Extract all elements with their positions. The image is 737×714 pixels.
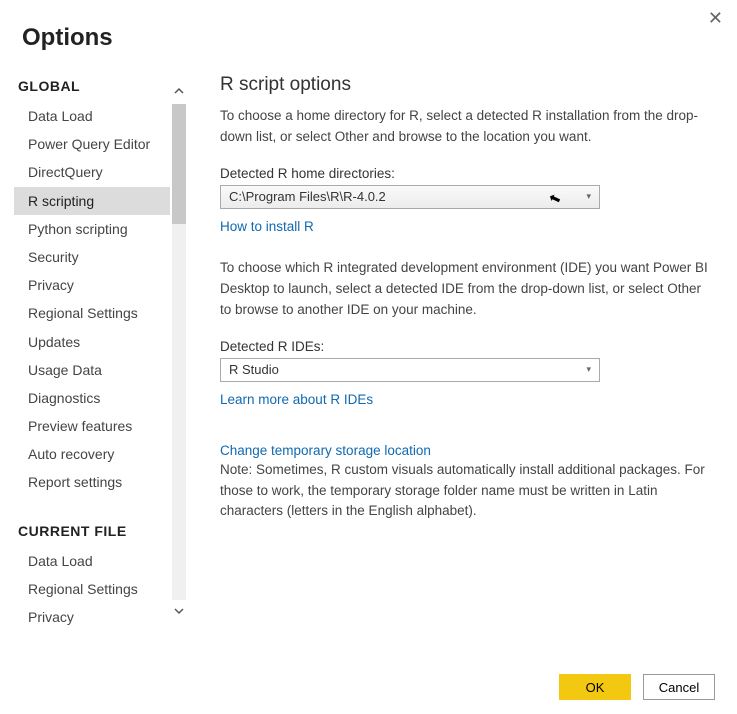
home-dir-label: Detected R home directories: — [220, 166, 715, 181]
sidebar-item-cf-data-load[interactable]: Data Load — [18, 547, 170, 575]
ide-intro-text: To choose which R integrated development… — [220, 258, 715, 321]
ok-button[interactable]: OK — [559, 674, 631, 700]
sidebar-item-cf-regional-settings[interactable]: Regional Settings — [18, 575, 170, 603]
sidebar-item-power-query-editor[interactable]: Power Query Editor — [18, 130, 170, 158]
install-r-link[interactable]: How to install R — [220, 219, 314, 234]
ide-value: R Studio — [229, 362, 279, 377]
sidebar-section-current-file: CURRENT FILE — [18, 515, 192, 547]
scroll-up-icon[interactable] — [172, 84, 186, 100]
learn-r-ides-link[interactable]: Learn more about R IDEs — [220, 392, 373, 407]
cancel-button[interactable]: Cancel — [643, 674, 715, 700]
sidebar-item-security[interactable]: Security — [18, 243, 170, 271]
scrollbar-thumb[interactable] — [172, 104, 186, 224]
sidebar-item-python-scripting[interactable]: Python scripting — [18, 215, 170, 243]
sidebar-item-regional-settings[interactable]: Regional Settings — [18, 299, 170, 327]
chevron-down-icon: ▾ — [586, 364, 591, 375]
chevron-down-icon: ▾ — [586, 191, 591, 202]
sidebar-item-cf-privacy[interactable]: Privacy — [18, 603, 170, 630]
sidebar-item-updates[interactable]: Updates — [18, 328, 170, 356]
home-dir-dropdown[interactable]: C:\Program Files\R\R-4.0.2 ▾ ⬉ — [220, 185, 600, 209]
sidebar-item-directquery[interactable]: DirectQuery — [18, 158, 170, 186]
sidebar-section-global: GLOBAL — [18, 70, 192, 102]
dialog-title: Options — [0, 0, 737, 70]
dialog-footer: OK Cancel — [559, 674, 715, 700]
sidebar-item-diagnostics[interactable]: Diagnostics — [18, 384, 170, 412]
ide-dropdown[interactable]: R Studio ▾ — [220, 358, 600, 382]
sidebar: GLOBAL Data LoadPower Query EditorDirect… — [0, 70, 192, 630]
panel-title: R script options — [220, 74, 715, 96]
sidebar-item-auto-recovery[interactable]: Auto recovery — [18, 440, 170, 468]
sidebar-item-r-scripting[interactable]: R scripting — [14, 187, 170, 215]
intro-text: To choose a home directory for R, select… — [220, 106, 715, 148]
home-dir-value: C:\Program Files\R\R-4.0.2 — [229, 189, 386, 204]
close-icon[interactable]: ✕ — [708, 8, 723, 29]
sidebar-item-preview-features[interactable]: Preview features — [18, 412, 170, 440]
sidebar-item-usage-data[interactable]: Usage Data — [18, 356, 170, 384]
sidebar-item-privacy[interactable]: Privacy — [18, 271, 170, 299]
sidebar-item-report-settings[interactable]: Report settings — [18, 468, 170, 496]
main-panel: R script options To choose a home direct… — [192, 70, 737, 630]
sidebar-item-data-load[interactable]: Data Load — [18, 102, 170, 130]
tmp-note: Note: Sometimes, R custom visuals automa… — [220, 460, 715, 523]
ide-label: Detected R IDEs: — [220, 339, 715, 354]
cursor-icon: ⬉ — [547, 188, 564, 208]
scroll-down-icon[interactable] — [172, 604, 186, 620]
change-tmp-location-link[interactable]: Change temporary storage location — [220, 443, 431, 458]
